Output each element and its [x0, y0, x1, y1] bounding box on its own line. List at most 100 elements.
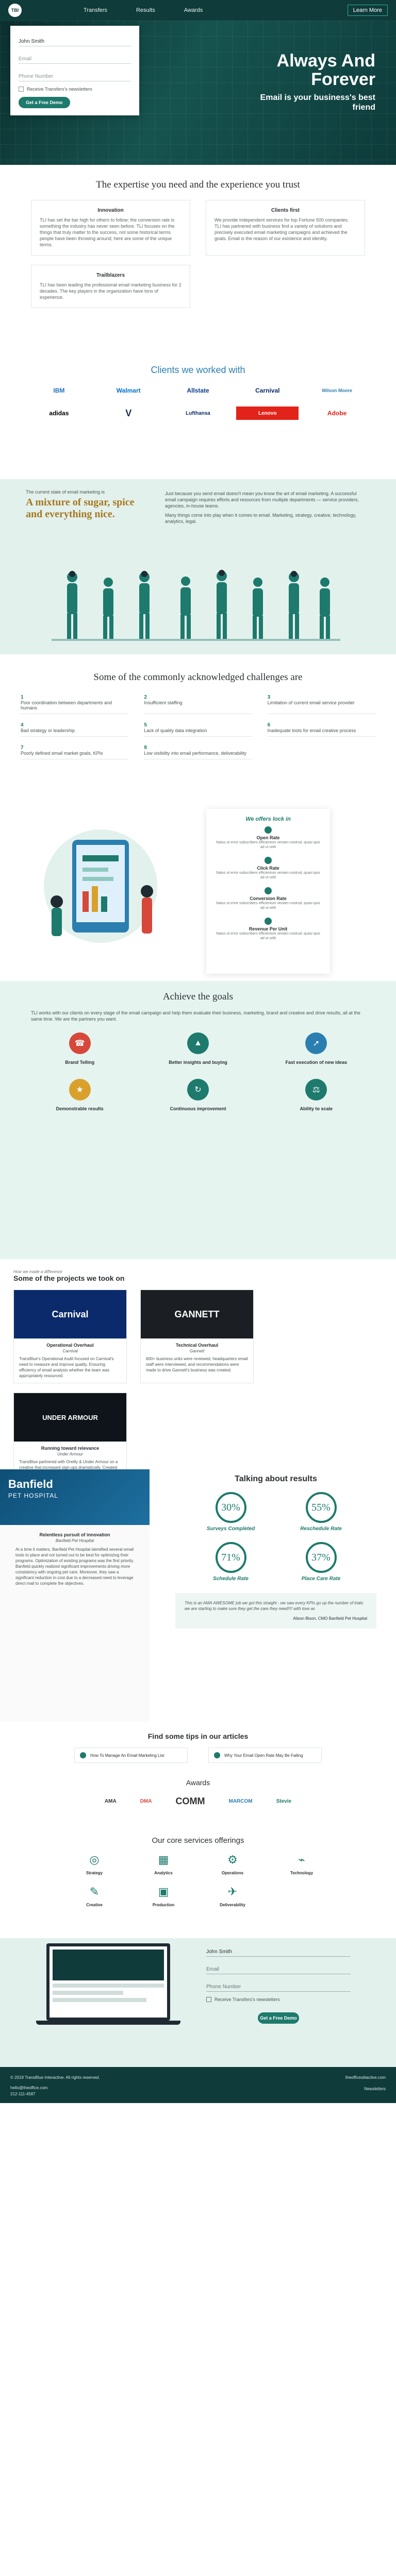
challenge-number: 8: [144, 745, 147, 751]
laptop-screen-row: [53, 1998, 147, 2002]
stat-item: 30% Surveys Completed: [199, 1492, 263, 1532]
quote-author: Alison Bison, CMO Banfield Pet Hospital: [293, 1616, 367, 1621]
client-logo-lenovo: Lenovo: [236, 406, 299, 420]
tips-heading: Find some tips in our articles: [147, 1732, 249, 1740]
offer-heading: We offers lock in: [245, 816, 291, 822]
challenge-item: 3 Limitation of current email service pro…: [267, 694, 375, 714]
project-card-gannett[interactable]: GANNETT Technical Overhaul Gannett 600+ bu…: [140, 1290, 254, 1383]
service-label: Deliverability: [220, 1903, 245, 1907]
email-field[interactable]: Email: [206, 1961, 351, 1974]
challenge-item: 6 Inadequate tools for email creative pro…: [267, 722, 375, 737]
award-logo: DMA: [140, 1799, 152, 1804]
phone-field[interactable]: Phone Number: [19, 68, 131, 81]
challenge-item: 4 Bad strategy or leadership: [21, 722, 129, 737]
service-item[interactable]: ✈ Deliverability: [202, 1885, 263, 1909]
quote-text: This is an AMA AWESOME job we got this s…: [185, 1601, 364, 1611]
awards-row: AMA DMA COMM MARCOM Stevie: [0, 1796, 396, 1807]
open-rate-icon: [265, 826, 272, 834]
phone-field[interactable]: Phone Number: [206, 1978, 351, 1992]
expertise-card-trailblazers: Trailblazers TLI has been leading the pro…: [31, 265, 190, 308]
phone-icon: ☎: [69, 1032, 91, 1054]
projects-row: Carnival Operational Overhaul Carnival Tra…: [13, 1290, 383, 1383]
challenge-text: Poorly defined email market goals, KPIs: [21, 751, 103, 756]
award-logo: MARCOM: [228, 1799, 253, 1804]
footer-site-link[interactable]: theofficesitiactive.com: [345, 2075, 386, 2080]
challenge-number: 7: [21, 745, 24, 751]
card-title: Innovation: [97, 208, 124, 213]
project-title: Operational Overhaul: [46, 1343, 94, 1348]
article-link[interactable]: Why Your Email Open Rate May Be Failing: [208, 1748, 322, 1763]
nav-link-awards[interactable]: Awards: [184, 7, 203, 13]
goal-item: ⚖ Ability to scale: [268, 1079, 365, 1113]
goal-item: ↻ Continuous improvement: [149, 1079, 246, 1113]
project-body: Technical Overhaul Gannett 600+ business u…: [141, 1338, 253, 1377]
service-item[interactable]: ⚙ Operations: [202, 1853, 263, 1877]
laptop-screen-row: [53, 1991, 123, 1995]
nav-link-transfers[interactable]: Transfers: [84, 7, 107, 13]
newsletter-checkbox-label: Receive Transfers's newsletters: [214, 1997, 280, 2002]
offer-item-text: Natus ut error subscribers efficientum v…: [216, 841, 320, 849]
awards-section: Awards AMA DMA COMM MARCOM Stevie: [0, 1773, 396, 1830]
service-item[interactable]: ✎ Creative: [64, 1885, 125, 1909]
name-field[interactable]: John Smith: [19, 33, 131, 46]
card-text: We provide independent services for top …: [214, 217, 349, 241]
service-label: Technology: [290, 1871, 314, 1875]
service-label: Production: [152, 1903, 175, 1907]
click-rate-icon: [265, 857, 272, 864]
footer-phone[interactable]: 212-111-4587: [10, 2091, 386, 2097]
offer-item-title: Click Rate: [257, 866, 279, 871]
plane-icon: ✈: [227, 1885, 238, 1898]
case-brand: Banfield: [8, 1478, 53, 1490]
award-logo: COMM: [175, 1796, 205, 1806]
service-item[interactable]: ▦ Analytics: [133, 1853, 194, 1877]
article-link[interactable]: How To Manage An Email Marketing List: [74, 1748, 188, 1763]
footer-email[interactable]: hello@theoffice.com: [10, 2085, 386, 2091]
awards-heading: Awards: [186, 1778, 210, 1787]
newsletter-checkbox-row[interactable]: Receive Transfers's newsletters: [19, 87, 131, 92]
challenge-text: Lack of quality data integration: [144, 728, 207, 733]
name-field[interactable]: John Smith: [206, 1943, 351, 1957]
learn-more-button[interactable]: Learn More: [347, 5, 388, 16]
service-item[interactable]: ⌁ Technology: [271, 1853, 332, 1877]
project-body: Operational Overhaul Carnival TransBlue's …: [14, 1338, 126, 1383]
newsletter-checkbox[interactable]: [206, 1997, 211, 2002]
footer-social[interactable]: Newsletters: [364, 2087, 386, 2091]
contact-section: John Smith Email Phone Number Receive Tr…: [0, 1938, 396, 2067]
projects-heading: Some of the projects we took on: [13, 1274, 125, 1282]
analytics-illustration: [44, 829, 157, 943]
stat-value: 55%: [305, 1492, 337, 1523]
service-item[interactable]: ◎ Strategy: [64, 1853, 125, 1877]
challenge-item: 5 Lack of quality data integration: [144, 722, 252, 737]
laptop-base: [36, 2021, 180, 2025]
project-subtitle: Carnival: [62, 1349, 78, 1353]
tips-row: How To Manage An Email Marketing List Wh…: [0, 1748, 396, 1763]
clients-heading: Clients we worked with: [151, 365, 245, 375]
offer-item-click-rate: Click Rate Natus ut error subscribers eff…: [214, 857, 322, 880]
testimonial-quote: This is an AMA AWESOME job we got this s…: [175, 1593, 376, 1629]
service-item[interactable]: ▣ Production: [133, 1885, 194, 1909]
laptop-screen-row: [53, 1984, 164, 1988]
project-card-carnival[interactable]: Carnival Operational Overhaul Carnival Tra…: [13, 1290, 127, 1383]
project-image: UNDER ARMOUR: [14, 1393, 126, 1442]
challenge-number: 3: [267, 694, 271, 700]
email-field[interactable]: Email: [19, 50, 131, 64]
get-demo-button[interactable]: Get a Free Demo: [258, 2012, 299, 2024]
company-logo[interactable]: TBI: [8, 4, 22, 17]
newsletter-checkbox[interactable]: [19, 87, 24, 92]
nav-link-results[interactable]: Results: [136, 7, 155, 13]
challenges-section: Some of the commonly acknowledged challe…: [0, 654, 396, 809]
laptop-screen-header: [53, 1950, 164, 1980]
service-label: Strategy: [86, 1871, 103, 1875]
get-demo-button[interactable]: Get a Free Demo: [19, 97, 70, 108]
client-logo-ibm: IBM: [53, 387, 65, 394]
challenge-text: Inadequate tools for email creative proc…: [267, 728, 356, 733]
challenge-text: Poor coordination between departments an…: [21, 700, 112, 710]
newsletter-checkbox-row[interactable]: Receive Transfers's newsletters: [206, 1997, 351, 2002]
expertise-card-clients-first: Clients first We provide independent serv…: [206, 200, 365, 256]
footer-contact: hello@theoffice.com 212-111-4587: [10, 2085, 386, 2097]
goals-section: Achieve the goals TLI works with our cli…: [0, 981, 396, 1259]
client-logos: IBM Walmart Allstate Carnival Wilson Moo…: [28, 384, 368, 420]
conversion-rate-icon: [265, 887, 272, 894]
goal-label: Brand Telling: [65, 1060, 95, 1065]
target-icon: ◎: [89, 1853, 100, 1866]
